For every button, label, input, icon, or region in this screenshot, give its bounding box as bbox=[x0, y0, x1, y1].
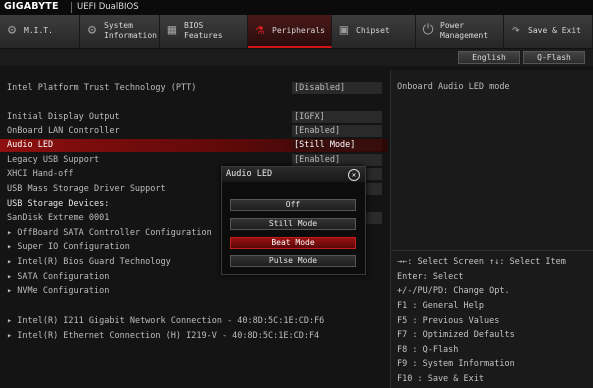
brand-divider bbox=[71, 2, 72, 13]
setting-onboard-lan[interactable]: OnBoard LAN Controller [Enabled] bbox=[0, 125, 388, 138]
popup-title: Audio LED bbox=[226, 169, 273, 179]
key-hint: F1 : General Help bbox=[397, 301, 484, 311]
submenu-label: ▸ Super IO Configuration bbox=[7, 242, 130, 252]
setting-value[interactable]: [Enabled] bbox=[292, 125, 382, 137]
tab-label: M.I.T. bbox=[24, 26, 53, 35]
option-beat-mode[interactable]: Beat Mode bbox=[230, 237, 356, 249]
tab-system-information[interactable]: ⚙ System Information bbox=[80, 15, 160, 48]
key-hint: →←: Select Screen ↑↓: Select Item bbox=[397, 257, 566, 267]
key-hint: F10 : Save & Exit bbox=[397, 374, 484, 384]
tab-bios-features[interactable]: ▦ BIOS Features bbox=[160, 15, 248, 48]
option-still-mode[interactable]: Still Mode bbox=[230, 218, 356, 230]
setting-audio-led[interactable]: Audio LED [Still Mode] bbox=[0, 139, 388, 152]
submenu-label: ▸ Intel(R) Ethernet Connection (H) I219-… bbox=[7, 331, 320, 341]
language-button[interactable]: English bbox=[458, 51, 520, 64]
submenu-label: ▸ SATA Configuration bbox=[7, 272, 110, 282]
chipset-icon: ▣ bbox=[339, 22, 349, 38]
key-hint: +/-/PU/PD: Change Opt. bbox=[397, 286, 510, 296]
submenu-nic-i219[interactable]: ▸ Intel(R) Ethernet Connection (H) I219-… bbox=[0, 330, 388, 343]
submenu-label: ▸ OffBoard SATA Controller Configuration bbox=[7, 228, 212, 238]
brand-bar: GIGABYTE UEFI DualBIOS bbox=[0, 0, 593, 15]
setting-label: OnBoard LAN Controller bbox=[7, 126, 120, 136]
key-hint: F8 : Q-Flash bbox=[397, 345, 459, 355]
audio-led-popup: Audio LED ✕ Off Still Mode Beat Mode Pul… bbox=[221, 166, 366, 275]
submenu-label: ▸ Intel(R) I211 Gigabit Network Connecti… bbox=[7, 316, 325, 326]
setting-initial-display[interactable]: Initial Display Output [IGFX] bbox=[0, 111, 388, 124]
setting-ptt[interactable]: Intel Platform Trust Technology (PTT) [D… bbox=[0, 82, 388, 95]
submenu-label: ▸ Intel(R) Bios Guard Technology bbox=[7, 257, 171, 267]
setting-label: Audio LED bbox=[7, 140, 54, 150]
gauge-icon: ⚙ bbox=[7, 22, 17, 38]
tab-mit[interactable]: ⚙ M.I.T. bbox=[0, 15, 80, 48]
tab-save-exit[interactable]: ↷ Save & Exit bbox=[504, 15, 593, 48]
key-hint: Enter: Select bbox=[397, 272, 464, 282]
setting-label: XHCI Hand-off bbox=[7, 169, 74, 179]
gear-icon: ⚙ bbox=[87, 22, 97, 38]
tab-label: BIOS Features bbox=[184, 21, 223, 40]
tab-label: Peripherals bbox=[272, 26, 325, 35]
help-text: Onboard Audio LED mode bbox=[397, 82, 510, 92]
tab-label: Save & Exit bbox=[528, 26, 581, 35]
submenu-nvme[interactable]: ▸ NVMe Configuration bbox=[0, 285, 388, 298]
tab-label: Chipset bbox=[356, 26, 390, 35]
main-tab-bar: ⚙ M.I.T. ⚙ System Information ▦ BIOS Featu… bbox=[0, 15, 593, 49]
tab-chipset[interactable]: ▣ Chipset bbox=[332, 15, 416, 48]
key-hint: F9 : System Information bbox=[397, 359, 515, 369]
setting-label: Initial Display Output bbox=[7, 112, 120, 122]
option-off[interactable]: Off bbox=[230, 199, 356, 211]
setting-value[interactable]: [Enabled] bbox=[292, 154, 382, 166]
device-name: SanDisk Extreme 0001 bbox=[7, 213, 110, 223]
help-panel: Onboard Audio LED mode →←: Select Screen… bbox=[390, 70, 593, 388]
chip-icon: ▦ bbox=[167, 22, 177, 38]
save-exit-icon: ↷ bbox=[511, 22, 521, 38]
utility-bar: English Q-Flash bbox=[0, 49, 593, 66]
tab-label: Power Management bbox=[440, 21, 489, 40]
option-pulse-mode[interactable]: Pulse Mode bbox=[230, 255, 356, 267]
help-divider bbox=[391, 250, 593, 251]
usb-icon: ⚗ bbox=[255, 22, 265, 38]
key-hint: F7 : Optimized Defaults bbox=[397, 330, 515, 340]
tab-peripherals[interactable]: ⚗ Peripherals bbox=[248, 15, 332, 48]
setting-value[interactable]: [Still Mode] bbox=[292, 139, 382, 151]
key-hint: F5 : Previous Values bbox=[397, 316, 500, 326]
setting-value[interactable]: [Disabled] bbox=[292, 82, 382, 94]
submenu-label: ▸ NVMe Configuration bbox=[7, 286, 110, 296]
tab-power-management[interactable]: ⏻ Power Management bbox=[416, 15, 504, 48]
gigabyte-logo: GIGABYTE bbox=[4, 1, 59, 12]
close-icon[interactable]: ✕ bbox=[348, 169, 360, 181]
power-icon: ⏻ bbox=[422, 22, 434, 38]
section-heading: USB Storage Devices: bbox=[7, 199, 110, 209]
popup-titlebar: Audio LED ✕ bbox=[222, 167, 365, 182]
setting-label: USB Mass Storage Driver Support bbox=[7, 184, 166, 194]
tab-label: System Information bbox=[104, 21, 157, 40]
submenu-nic-i211[interactable]: ▸ Intel(R) I211 Gigabit Network Connecti… bbox=[0, 315, 388, 328]
setting-value[interactable]: [IGFX] bbox=[292, 111, 382, 123]
qflash-button[interactable]: Q-Flash bbox=[523, 51, 585, 64]
setting-label: Legacy USB Support bbox=[7, 155, 100, 165]
product-name: UEFI DualBIOS bbox=[77, 2, 139, 12]
setting-label: Intel Platform Trust Technology (PTT) bbox=[7, 83, 197, 93]
